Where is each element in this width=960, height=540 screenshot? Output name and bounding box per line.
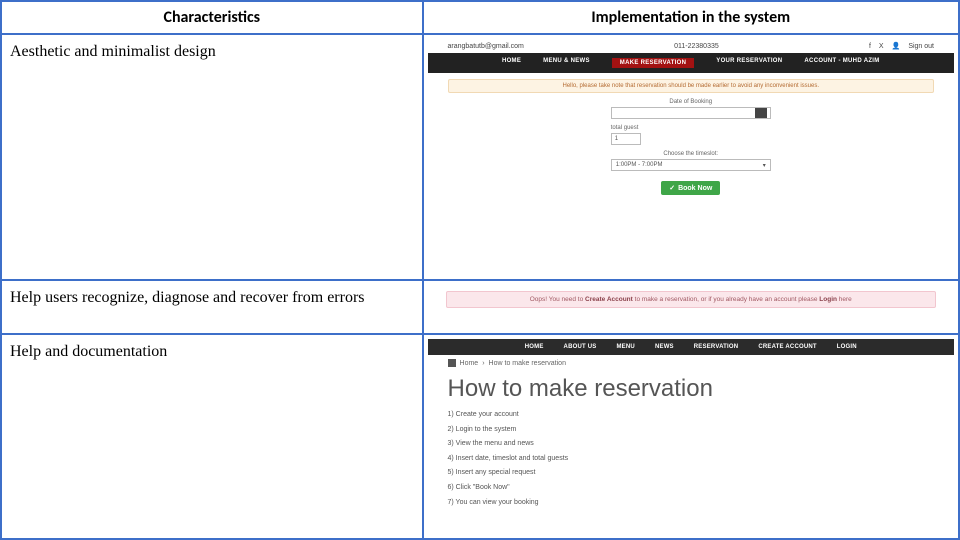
list-item: 7) You can view your booking [448,497,934,510]
screenshot-error-banner: Oops! You need to Create Account to make… [430,285,952,314]
cell-implementation: arangbatutb@gmail.com 011-22380335 f X 👤… [423,34,959,280]
date-label: Date of Booking [611,99,771,105]
help-nav: HOME ABOUT US MENU NEWS RESERVATION CREA… [428,339,954,355]
social-icon[interactable]: X [879,43,884,50]
date-input[interactable] [611,107,771,119]
list-item: 6) Click "Book Now" [448,482,934,495]
crumb-current: How to make reservation [489,360,566,367]
main-nav: HOME MENU & NEWS MAKE RESERVATION YOUR R… [428,53,954,73]
guest-label: total guest [611,125,771,131]
usability-table: Characteristics Implementation in the sy… [0,0,960,540]
crumb-home[interactable]: Home [460,360,479,367]
guest-value: 1 [615,136,618,142]
user-icon[interactable]: 👤 [892,42,901,50]
home-icon[interactable] [448,359,456,367]
chevron-down-icon: ▾ [763,162,766,169]
timeslot-label: Choose the timeslot: [611,151,771,157]
list-item: 3) View the menu and news [448,438,934,451]
topbar-phone: 011-22380335 [674,43,719,50]
cell-characteristic: Aesthetic and minimalist design [1,34,423,280]
cell-implementation: HOME ABOUT US MENU NEWS RESERVATION CREA… [423,334,959,539]
cell-implementation: Oops! You need to Create Account to make… [423,280,959,334]
calendar-icon[interactable] [755,108,767,118]
nav-menu[interactable]: MENU [616,344,634,350]
page-title: How to make reservation [428,371,954,409]
error-text: Oops! You need to [530,296,585,303]
help-steps-list: 1) Create your account 2) Login to the s… [428,409,954,509]
signout-link[interactable]: Sign out [908,43,934,50]
nav-home[interactable]: HOME [502,58,521,68]
list-item: 4) Insert date, timeslot and total guest… [448,453,934,466]
cell-characteristic: Help users recognize, diagnose and recov… [1,280,423,334]
nav-login[interactable]: LOGIN [837,344,857,350]
header-row: Characteristics Implementation in the sy… [1,1,959,34]
slide-container: Characteristics Implementation in the sy… [0,0,960,540]
breadcrumb: Home › How to make reservation [428,355,954,371]
timeslot-select[interactable]: 1:00PM - 7:00PM ▾ [611,159,771,171]
nav-reservation[interactable]: RESERVATION [694,344,739,350]
list-item: 5) Insert any special request [448,467,934,480]
book-now-button[interactable]: Book Now [661,181,720,195]
table-row: Help users recognize, diagnose and recov… [1,280,959,334]
header-characteristics: Characteristics [1,1,423,34]
notice-banner: Hello, please take note that reservation… [448,79,934,93]
facebook-icon[interactable]: f [869,43,871,50]
nav-menu-news[interactable]: MENU & NEWS [543,58,590,68]
list-item: 1) Create your account [448,409,934,422]
reservation-form: Date of Booking total guest 1 Choose the… [428,99,954,195]
topbar-right: f X 👤 Sign out [869,42,934,50]
nav-make-reservation[interactable]: MAKE RESERVATION [612,58,694,68]
error-text-suffix: here [837,296,852,303]
timeslot-value: 1:00PM - 7:00PM [616,162,663,168]
label-errors: Help users recognize, diagnose and recov… [8,285,416,311]
screenshot-help-page: HOME ABOUT US MENU NEWS RESERVATION CREA… [428,339,954,515]
error-alert: Oops! You need to Create Account to make… [446,291,936,308]
login-link[interactable]: Login [819,296,837,303]
nav-your-reservation[interactable]: YOUR RESERVATION [716,58,782,68]
table-row: Help and documentation HOME ABOUT US MEN… [1,334,959,539]
guest-input[interactable]: 1 [611,133,641,145]
nav-account[interactable]: ACCOUNT - MUHD AZIM [804,58,879,68]
nav-news[interactable]: NEWS [655,344,674,350]
nav-create-account[interactable]: CREATE ACCOUNT [758,344,816,350]
label-aesthetic: Aesthetic and minimalist design [8,39,416,65]
table-row: Aesthetic and minimalist design arangbat… [1,34,959,280]
book-now-label: Book Now [678,185,712,192]
error-text-mid: to make a reservation, or if you already… [633,296,819,303]
chevron-right-icon: › [482,360,484,367]
create-account-link[interactable]: Create Account [585,296,633,303]
nav-about[interactable]: ABOUT US [564,344,597,350]
screenshot-reservation-form: arangbatutb@gmail.com 011-22380335 f X 👤… [428,39,954,269]
header-implementation: Implementation in the system [423,1,959,34]
topbar-email: arangbatutb@gmail.com [448,43,524,50]
nav-home[interactable]: HOME [525,344,544,350]
list-item: 2) Login to the system [448,424,934,437]
label-help-documentation: Help and documentation [8,339,416,365]
topbar: arangbatutb@gmail.com 011-22380335 f X 👤… [428,39,954,53]
cell-characteristic: Help and documentation [1,334,423,539]
